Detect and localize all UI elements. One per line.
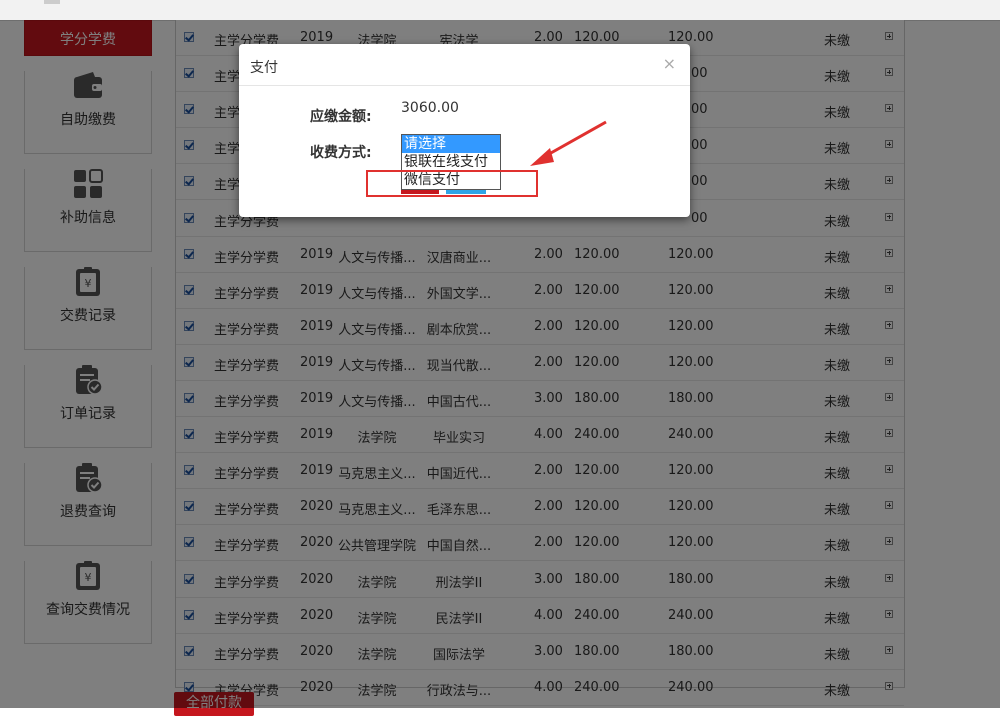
annotation-arrow-icon bbox=[530, 120, 607, 166]
close-icon[interactable]: × bbox=[663, 54, 676, 73]
payment-method-label: 收费方式: bbox=[310, 145, 372, 161]
modal-title: 支付 bbox=[250, 60, 278, 76]
browser-top-bar bbox=[0, 0, 1000, 21]
payment-option-placeholder[interactable]: 请选择 bbox=[402, 135, 500, 153]
annotation-highlight-box bbox=[366, 170, 538, 197]
modal-header: 支付 × bbox=[239, 44, 690, 86]
tab-stub bbox=[44, 0, 60, 4]
payment-option-unionpay[interactable]: 银联在线支付 bbox=[402, 153, 500, 171]
amount-label: 应缴金额: bbox=[310, 109, 372, 125]
amount-value: 3060.00 bbox=[401, 100, 459, 116]
